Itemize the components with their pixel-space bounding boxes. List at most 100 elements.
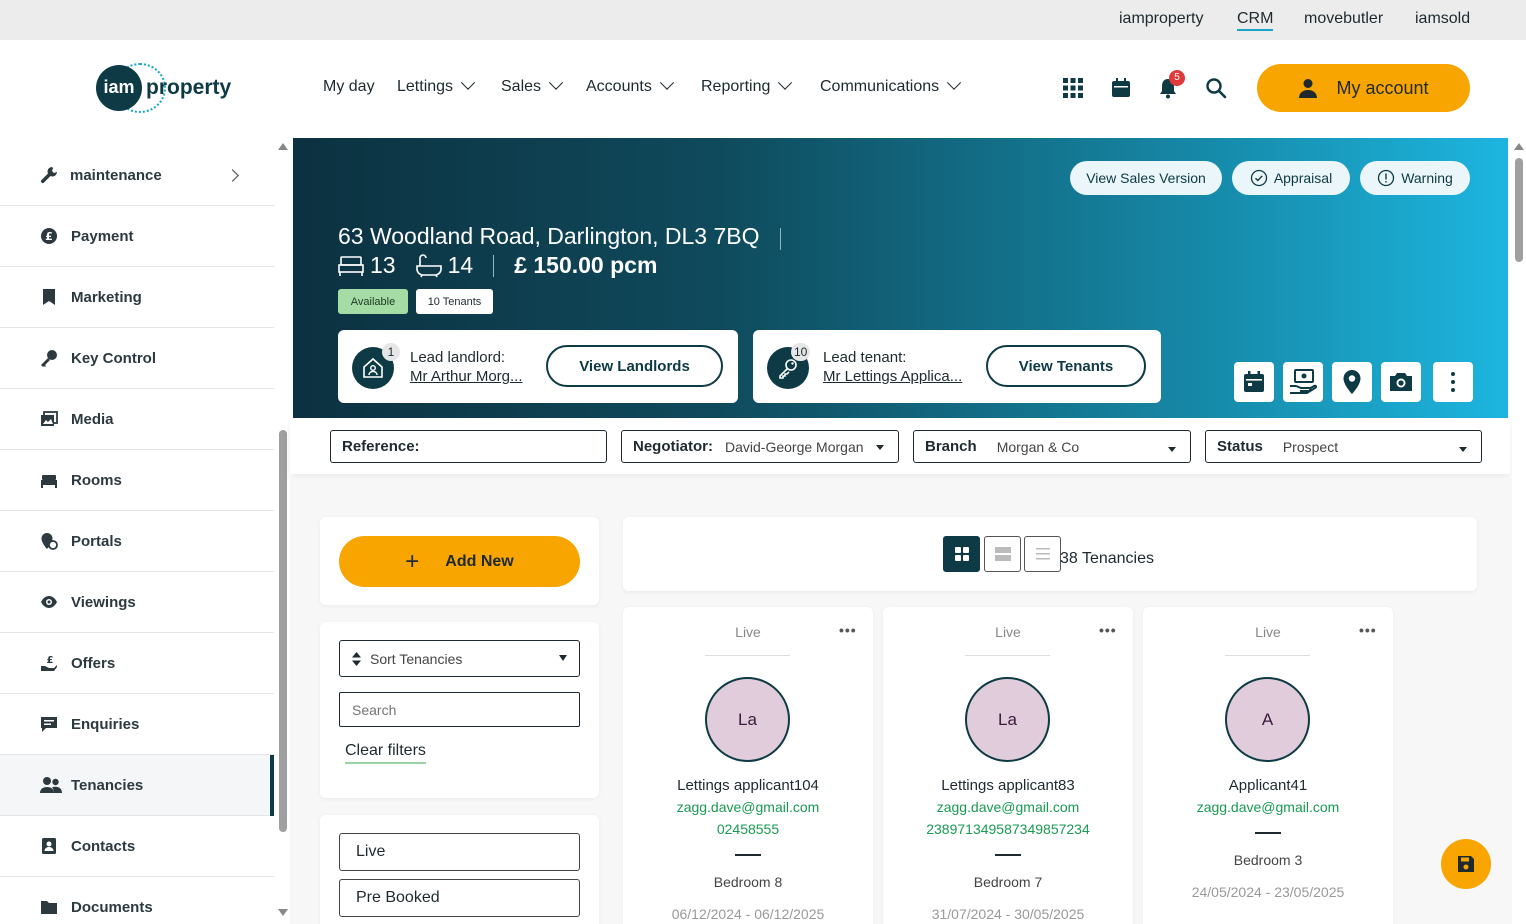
sidebar-item-viewings[interactable]: Viewings	[0, 572, 274, 633]
more-horizontal-icon[interactable]: •••	[1359, 622, 1377, 638]
nav-accounts[interactable]: Accounts	[586, 75, 674, 96]
chevron-down-icon	[548, 75, 564, 90]
sidebar-item-contacts[interactable]: Contacts	[0, 816, 274, 877]
calendar-icon[interactable]	[1110, 77, 1134, 101]
card-dash	[735, 854, 761, 856]
tenant-email-link[interactable]: zagg.dave@gmail.com	[623, 799, 873, 815]
my-account-button[interactable]: My account	[1257, 64, 1470, 112]
tenant-email-link[interactable]: zagg.dave@gmail.com	[1143, 799, 1393, 815]
more-horizontal-icon[interactable]: •••	[839, 622, 857, 638]
nav-lettings[interactable]: Lettings	[397, 75, 476, 96]
add-new-button[interactable]: + Add New	[339, 536, 580, 587]
tenancy-card[interactable]: Live ••• La Lettings applicant104 zagg.d…	[623, 607, 873, 924]
apps-grid-icon[interactable]	[1062, 77, 1086, 101]
page-scroll-up-arrow[interactable]	[1514, 143, 1524, 150]
scroll-down-arrow[interactable]	[278, 909, 288, 916]
quick-photo-button[interactable]	[1381, 362, 1421, 402]
sidebar-item-rooms[interactable]: Rooms	[0, 450, 274, 511]
card-dash	[1255, 832, 1281, 834]
reference-field[interactable]: Reference:	[330, 430, 607, 463]
tenancy-count: 38 Tenancies	[1060, 550, 1154, 567]
negotiator-value: David-George Morgan	[725, 438, 864, 455]
sidebar-item-payment[interactable]: £ Payment	[0, 206, 274, 267]
clear-filters-link[interactable]: Clear filters	[345, 742, 426, 764]
view-sales-version-button[interactable]: View Sales Version	[1070, 161, 1222, 195]
nav-my-day-label: My day	[323, 78, 375, 95]
product-link-iamsold[interactable]: iamsold	[1415, 10, 1470, 28]
lead-landlord-card: 1 Lead landlord: Mr Arthur Morg... View …	[338, 330, 738, 403]
status-label: Status	[1217, 438, 1263, 455]
product-link-crm[interactable]: CRM	[1237, 10, 1274, 31]
lead-landlord-name-link[interactable]: Mr Arthur Morg...	[410, 368, 530, 385]
sort-tenancies-select[interactable]: Sort Tenancies	[339, 640, 580, 677]
lead-tenant-name-link[interactable]: Mr Lettings Applica...	[823, 368, 973, 385]
lead-tenant-label: Lead tenant:	[823, 349, 907, 366]
chevron-down-icon	[460, 75, 476, 90]
wrench-icon	[40, 167, 57, 184]
view-tenants-button[interactable]: View Tenants	[986, 345, 1146, 387]
status-option-pre-booked[interactable]: Pre Booked	[339, 879, 580, 917]
reference-label: Reference:	[342, 438, 420, 455]
quick-payment-button[interactable]	[1283, 362, 1323, 402]
search-icon[interactable]	[1205, 77, 1229, 101]
key-icon	[41, 350, 57, 367]
nav-sales[interactable]: Sales	[501, 75, 564, 96]
sidebar-item-enquiries[interactable]: Enquiries	[0, 694, 274, 755]
quick-more-button[interactable]	[1433, 362, 1473, 402]
card-list-view-toggle[interactable]	[984, 536, 1021, 572]
warning-button[interactable]: Warning	[1360, 161, 1470, 195]
tenant-phone-link[interactable]: 02458555	[623, 821, 873, 837]
status-select[interactable]: Status Prospect	[1205, 430, 1482, 463]
status-option-live[interactable]: Live	[339, 833, 580, 871]
product-switcher-bar: iamproperty CRM movebutler iamsold	[0, 0, 1526, 40]
scroll-up-arrow[interactable]	[278, 143, 288, 150]
sidebar-scroll-thumb[interactable]	[279, 430, 287, 832]
list-view-toggle[interactable]	[1024, 536, 1061, 572]
branch-label: Branch	[925, 438, 977, 455]
page-scroll-thumb[interactable]	[1515, 158, 1523, 262]
view-landlords-button[interactable]: View Landlords	[546, 345, 723, 387]
nav-communications[interactable]: Communications	[820, 75, 962, 96]
tenant-avatar: La	[705, 677, 790, 762]
quick-calendar-button[interactable]	[1234, 362, 1274, 402]
sidebar-item-maintenance[interactable]: maintenance	[0, 145, 274, 206]
sidebar-item-tenancies[interactable]: Tenancies	[0, 755, 274, 816]
grid-view-toggle[interactable]	[943, 536, 980, 572]
tenancy-status: Live	[995, 624, 1021, 640]
card-divider	[705, 655, 790, 656]
sidebar-item-portals[interactable]: Portals	[0, 511, 274, 572]
branch-select[interactable]: Branch Morgan & Co	[913, 430, 1191, 463]
tenancy-card[interactable]: Live ••• A Applicant41 zagg.dave@gmail.c…	[1143, 607, 1393, 924]
quick-location-button[interactable]	[1332, 362, 1372, 402]
nav-reporting[interactable]: Reporting	[701, 75, 793, 96]
people-icon	[40, 777, 62, 793]
sidebar-item-media[interactable]: Media	[0, 389, 274, 450]
appraisal-button[interactable]: Appraisal	[1232, 161, 1350, 195]
sort-label: Sort Tenancies	[370, 650, 463, 667]
tenant-phone-link[interactable]: 238971349587349857234	[883, 821, 1133, 837]
card-divider	[1225, 655, 1310, 656]
sidebar-item-marketing[interactable]: Marketing	[0, 267, 274, 328]
tenant-email-link[interactable]: zagg.dave@gmail.com	[883, 799, 1133, 815]
negotiator-select[interactable]: Negotiator: David-George Morgan	[621, 430, 899, 463]
tenancy-search-input[interactable]	[339, 692, 580, 727]
chevron-right-icon	[226, 168, 239, 182]
sidebar-item-documents[interactable]: Documents	[0, 877, 274, 924]
caret-down-icon	[1168, 447, 1176, 452]
sidebar-item-label: Tenancies	[71, 776, 144, 794]
product-link-iamproperty[interactable]: iamproperty	[1119, 10, 1203, 28]
tenancy-room: Bedroom 3	[1233, 852, 1303, 868]
iamproperty-logo[interactable]: iam property	[96, 63, 236, 113]
more-vertical-icon	[1451, 372, 1455, 392]
sidebar-item-label: Offers	[71, 654, 116, 672]
nav-my-day[interactable]: My day	[323, 78, 375, 96]
more-horizontal-icon[interactable]: •••	[1099, 622, 1117, 638]
sidebar-item-offers[interactable]: £ Offers	[0, 633, 274, 694]
media-icon	[41, 411, 58, 426]
sidebar-item-key-control[interactable]: Key Control	[0, 328, 274, 389]
page-scrollbar[interactable]	[1512, 140, 1526, 924]
logo-mark: iam	[96, 65, 142, 111]
product-link-movebutler[interactable]: movebutler	[1304, 10, 1383, 28]
tenancy-card[interactable]: Live ••• La Lettings applicant83 zagg.da…	[883, 607, 1133, 924]
save-button[interactable]	[1441, 839, 1491, 889]
